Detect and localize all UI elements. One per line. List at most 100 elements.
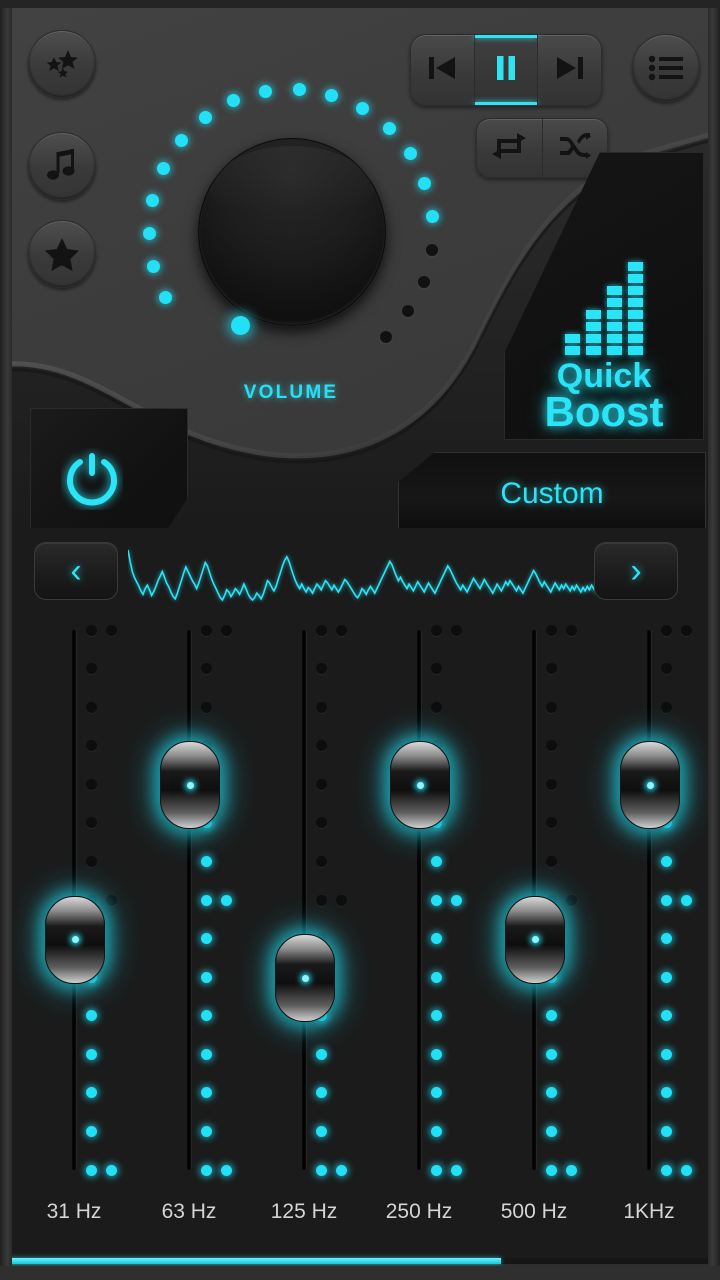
bezel-left xyxy=(0,0,12,1280)
preset-button[interactable]: Custom xyxy=(398,452,706,528)
eq-slider[interactable] xyxy=(505,620,616,1190)
next-button[interactable] xyxy=(537,35,601,105)
eq-scale-dot xyxy=(546,1087,557,1099)
eq-slider[interactable] xyxy=(45,620,156,1190)
eq-scale-dot xyxy=(661,1048,672,1060)
eq-scale-dot xyxy=(201,1164,212,1176)
eq-scale-dot xyxy=(201,663,212,675)
eq-slider-thumb[interactable] xyxy=(390,741,450,830)
eq-scale-dot xyxy=(546,701,557,713)
eq-frequency-label: 1KHz xyxy=(623,1200,675,1223)
play-pause-button[interactable] xyxy=(473,35,538,105)
eq-scale-dot xyxy=(86,1087,97,1099)
volume-knob[interactable] xyxy=(198,138,386,326)
music-button[interactable] xyxy=(28,132,96,200)
eq-scale-dot xyxy=(336,1164,347,1176)
quick-boost-panel[interactable]: Quick Boost xyxy=(504,152,704,440)
eq-scale-dot xyxy=(106,894,117,906)
eq-scale-dot xyxy=(661,855,672,867)
scrollbar-thumb[interactable] xyxy=(8,1258,501,1264)
eq-scale-dot xyxy=(201,1087,212,1099)
eq-scale-dot xyxy=(431,663,442,675)
eq-slider-track[interactable] xyxy=(647,630,651,1170)
eq-scale-dot xyxy=(201,933,212,945)
quick-boost-bar-segment xyxy=(565,334,580,343)
quick-boost-bar xyxy=(565,334,580,355)
eq-scale-dot xyxy=(316,894,327,906)
quick-boost-line2: Boost xyxy=(544,388,664,435)
eq-slider-thumb[interactable] xyxy=(160,741,220,830)
eq-frequency-label: 31 Hz xyxy=(46,1200,102,1223)
eq-frequency-label: 250 Hz xyxy=(385,1200,453,1223)
eq-scale-dot xyxy=(316,663,327,675)
eq-scale-dot xyxy=(546,663,557,675)
eq-scale-dot xyxy=(681,624,692,636)
eq-scale-dot xyxy=(566,894,577,906)
eq-scale-dot xyxy=(681,894,692,906)
eq-slider[interactable] xyxy=(390,620,501,1190)
repeat-button[interactable] xyxy=(477,119,542,177)
eq-scale-dot xyxy=(316,817,327,829)
eq-scale-dot xyxy=(431,701,442,713)
next-icon xyxy=(553,53,587,88)
eq-scale-dot xyxy=(546,624,557,636)
eq-scale-dot xyxy=(661,624,672,636)
quick-boost-bar-segment xyxy=(607,298,622,307)
eq-scale-dot xyxy=(661,701,672,713)
repeat-icon xyxy=(492,132,527,164)
bezel-right xyxy=(708,0,720,1280)
eq-scale-dot xyxy=(86,1048,97,1060)
playback-mode-controls xyxy=(476,118,608,178)
eq-slider-thumb[interactable] xyxy=(620,741,680,830)
eq-slider[interactable] xyxy=(275,620,386,1190)
frequency-labels-row: 31 Hz 63 Hz 125 Hz 250 Hz 500 Hz 1KHz xyxy=(8,1200,712,1246)
eq-slider-track[interactable] xyxy=(417,630,421,1170)
quick-boost-bar-segment xyxy=(586,322,601,331)
volume-step-dot xyxy=(355,101,369,115)
quick-boost-bar-segment xyxy=(628,310,643,319)
eq-scale-dot xyxy=(661,663,672,675)
eq-slider-thumb[interactable] xyxy=(505,895,565,984)
eq-scale-dot xyxy=(431,1010,442,1022)
eq-frequency-label: 125 Hz xyxy=(270,1200,338,1223)
quick-boost-bar-segment xyxy=(628,322,643,331)
eq-scale-dot xyxy=(106,1164,117,1176)
favorite-button[interactable] xyxy=(28,220,96,288)
eq-slider[interactable] xyxy=(620,620,712,1190)
power-panel[interactable] xyxy=(30,408,188,528)
horizontal-scrollbar[interactable] xyxy=(8,1258,712,1264)
eq-slider-track[interactable] xyxy=(302,630,306,1170)
eq-scale-dot xyxy=(201,1048,212,1060)
eq-scale-dot xyxy=(661,1164,672,1176)
eq-scale-dot xyxy=(661,1087,672,1099)
volume-step-dot xyxy=(142,227,156,241)
volume-step-dot xyxy=(259,84,273,98)
eq-scale-dot xyxy=(661,1010,672,1022)
eq-slider-thumb[interactable] xyxy=(275,934,335,1023)
eq-scale-dot xyxy=(681,1164,692,1176)
eq-scale-dot xyxy=(316,740,327,752)
eq-scale-dot xyxy=(431,1164,442,1176)
eq-slider-track[interactable] xyxy=(187,630,191,1170)
volume-step-dot xyxy=(380,330,393,343)
eq-scale-dot xyxy=(431,1087,442,1099)
eq-scale-dot xyxy=(431,933,442,945)
eq-scale-dot xyxy=(546,1164,557,1176)
playlist-button[interactable] xyxy=(632,34,700,102)
eq-scale-dot xyxy=(201,701,212,713)
eq-scale-dot xyxy=(661,971,672,983)
quick-boost-bar-segment xyxy=(607,286,622,295)
eq-slider-thumb[interactable] xyxy=(45,895,105,984)
eq-slider[interactable] xyxy=(160,620,271,1190)
eq-frequency-label: 500 Hz xyxy=(500,1200,568,1223)
eq-scale-dot xyxy=(546,1010,557,1022)
next-preset-button[interactable]: › xyxy=(594,542,678,600)
power-icon[interactable] xyxy=(61,448,123,515)
eq-scale-dot xyxy=(221,1164,232,1176)
prev-preset-button[interactable]: ‹ xyxy=(34,542,118,600)
equalizer-body: ‹ › 31 Hz 63 Hz 125 Hz 250 Hz 500 Hz 1KHz xyxy=(8,528,712,1258)
eq-scale-dot xyxy=(546,1125,557,1137)
effects-button[interactable] xyxy=(28,30,96,98)
quick-boost-bar-segment xyxy=(586,310,601,319)
shuffle-icon xyxy=(559,132,591,164)
